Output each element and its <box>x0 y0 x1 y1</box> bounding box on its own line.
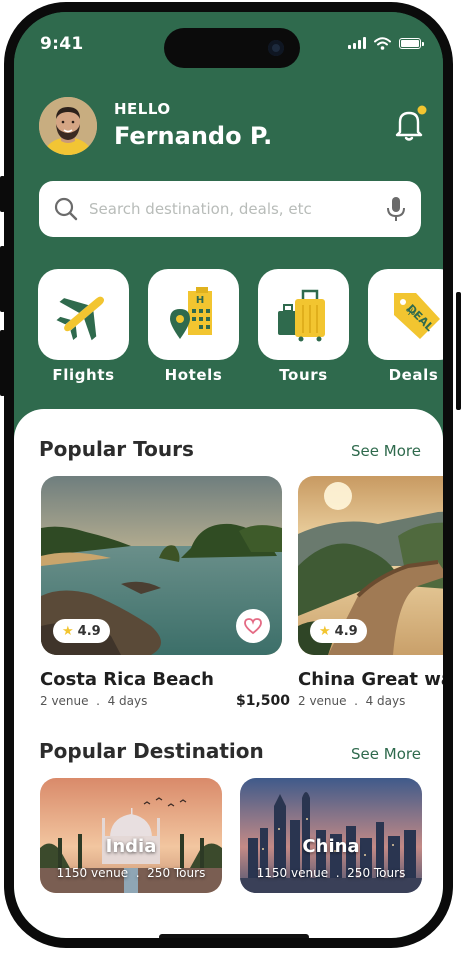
destination-tours: 250 Tours <box>147 866 206 880</box>
favorite-heart-icon[interactable] <box>236 609 270 643</box>
tour-venues: 2 venue <box>40 694 89 708</box>
svg-text:%: % <box>406 308 415 318</box>
home-indicator[interactable] <box>159 934 309 938</box>
rating-badge: ★ 4.9 <box>53 619 110 643</box>
tour-days: 4 days <box>107 694 148 708</box>
search-bar[interactable]: Search destination, deals, etc <box>39 181 421 237</box>
search-icon <box>54 197 78 221</box>
avatar[interactable] <box>39 97 97 155</box>
destination-meta: 1150 venue . 250 Tours <box>256 866 406 880</box>
status-icons <box>348 36 424 50</box>
category-hotels-button[interactable]: H <box>148 269 239 360</box>
category-label: Tours <box>279 366 328 384</box>
category-label: Flights <box>52 366 115 384</box>
tour-name: China Great wall <box>298 669 453 690</box>
category-flights-button[interactable] <box>38 269 129 360</box>
search-input[interactable]: Search destination, deals, etc <box>89 200 312 218</box>
greeting-text: HELLO <box>114 100 171 118</box>
tour-card[interactable]: ★ 4.9 <box>298 476 443 655</box>
rating-badge: ★ 4.9 <box>310 619 367 643</box>
phone-frame: 9:41 HELLO Fernando P. Search destinatio… <box>4 2 453 948</box>
rating-value: 4.9 <box>334 623 358 639</box>
luggage-icon <box>278 289 325 342</box>
popular-destination-see-more-link[interactable]: See More <box>351 745 421 763</box>
status-bar: 9:41 <box>14 12 443 72</box>
category-tours-button[interactable] <box>258 269 349 360</box>
battery-icon <box>399 37 424 49</box>
destination-venues: 1150 venue <box>56 866 129 880</box>
hotel-icon: H <box>170 287 212 339</box>
status-time: 9:41 <box>40 34 84 54</box>
star-icon: ★ <box>319 623 331 639</box>
airplane-icon <box>56 296 105 341</box>
tour-days: 4 days <box>365 694 406 708</box>
power-button <box>456 292 461 410</box>
destination-card[interactable]: India 1150 venue . 250 Tours <box>40 778 222 893</box>
category-deals-button[interactable]: DEAL % <box>368 269 443 360</box>
svg-text:H: H <box>196 295 204 306</box>
tour-meta: 2 venue . 4 days <box>298 694 406 708</box>
category-label: Deals <box>388 366 439 384</box>
dynamic-island <box>164 28 300 68</box>
tour-venues: 2 venue <box>298 694 347 708</box>
wifi-icon <box>374 36 391 50</box>
category-label: Hotels <box>164 366 223 384</box>
destination-name: India <box>105 836 157 857</box>
destination-venues: 1150 venue <box>256 866 329 880</box>
popular-tours-title: Popular Tours <box>39 437 194 461</box>
destination-name: China <box>302 836 360 857</box>
destination-meta: 1150 venue . 250 Tours <box>56 866 206 880</box>
popular-destination-title: Popular Destination <box>39 739 264 763</box>
popular-tours-see-more-link[interactable]: See More <box>351 442 421 460</box>
signal-icon <box>348 37 366 49</box>
notification-bell-icon[interactable] <box>392 104 428 144</box>
user-name: Fernando P. <box>114 122 273 150</box>
destination-tours: 250 Tours <box>347 866 406 880</box>
star-icon: ★ <box>62 623 74 639</box>
rating-value: 4.9 <box>77 623 101 639</box>
tour-meta: 2 venue . 4 days <box>40 694 148 708</box>
tour-card[interactable]: ★ 4.9 <box>41 476 282 655</box>
camera-icon <box>268 40 284 56</box>
tour-price: $1,500 <box>236 693 291 709</box>
microphone-icon[interactable] <box>386 196 406 222</box>
tour-name: Costa Rica Beach <box>40 669 214 690</box>
destination-card[interactable]: China 1150 venue . 250 Tours <box>240 778 422 893</box>
deal-tag-icon: DEAL % <box>394 293 440 339</box>
